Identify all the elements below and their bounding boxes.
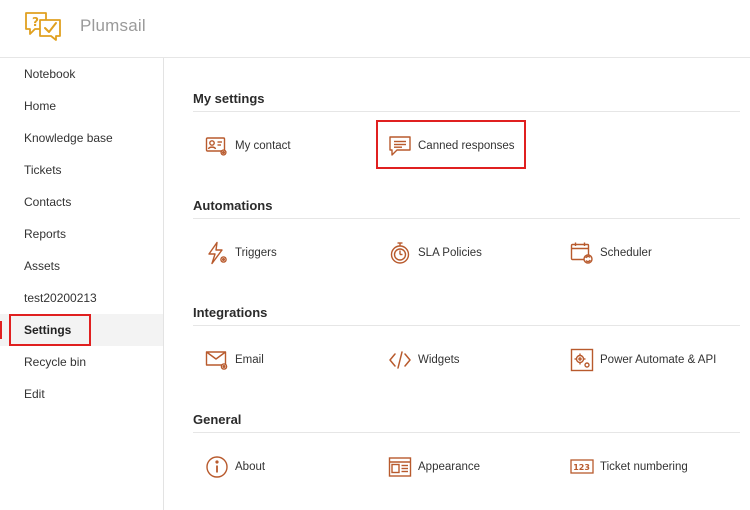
section-title-general: General bbox=[193, 412, 242, 427]
app-header: ? Plumsail bbox=[0, 0, 750, 58]
my-contact-label: My contact bbox=[235, 140, 291, 152]
about-tile[interactable]: About bbox=[205, 449, 265, 485]
sidebar-item-tickets[interactable]: Tickets bbox=[0, 154, 163, 186]
widgets-tile[interactable]: Widgets bbox=[388, 342, 460, 378]
settings-content: My settings My contact Canned responses … bbox=[164, 58, 750, 510]
calendar-refresh-icon bbox=[570, 242, 593, 264]
email-label: Email bbox=[235, 354, 264, 366]
appearance-tile[interactable]: Appearance bbox=[388, 449, 480, 485]
sidebar-item-contacts[interactable]: Contacts bbox=[0, 186, 163, 218]
sidebar-item-notebook[interactable]: Notebook bbox=[0, 58, 163, 90]
triggers-label: Triggers bbox=[235, 247, 277, 259]
chat-bubble-lines-icon bbox=[389, 136, 411, 156]
plumsail-logo-icon: ? bbox=[25, 12, 61, 41]
sla-policies-label: SLA Policies bbox=[418, 247, 482, 259]
info-circle-icon bbox=[206, 456, 228, 478]
scheduler-label: Scheduler bbox=[600, 247, 652, 259]
sidebar-item-test20200213[interactable]: test20200213 bbox=[0, 282, 163, 314]
section-divider bbox=[193, 218, 740, 219]
gear-box-icon bbox=[570, 348, 594, 372]
power-automate-api-label: Power Automate & API bbox=[600, 354, 717, 366]
widgets-label: Widgets bbox=[418, 354, 460, 366]
sidebar-nav: Notebook Home Knowledge base Tickets Con… bbox=[0, 58, 164, 510]
sidebar-item-settings[interactable]: Settings bbox=[0, 314, 163, 346]
section-title-my-settings: My settings bbox=[193, 91, 265, 106]
number-123-icon: 123 bbox=[570, 459, 594, 474]
section-divider bbox=[193, 111, 740, 112]
layout-window-icon bbox=[388, 457, 412, 477]
settings-highlight-box bbox=[9, 314, 91, 346]
canned-responses-label: Canned responses bbox=[418, 140, 515, 152]
ticket-numbering-tile[interactable]: 123 Ticket numbering bbox=[570, 449, 688, 485]
contact-card-gear-icon bbox=[205, 137, 227, 156]
svg-text:123: 123 bbox=[573, 463, 590, 472]
ticket-numbering-label: Ticket numbering bbox=[600, 461, 688, 473]
sidebar-item-assets[interactable]: Assets bbox=[0, 250, 163, 282]
sla-policies-tile[interactable]: SLA Policies bbox=[388, 235, 482, 271]
svg-text:?: ? bbox=[32, 15, 39, 29]
power-automate-api-tile[interactable]: Power Automate & API bbox=[570, 342, 716, 378]
appearance-label: Appearance bbox=[418, 461, 481, 473]
active-item-marker bbox=[0, 321, 2, 339]
stopwatch-icon bbox=[390, 242, 410, 264]
section-title-automations: Automations bbox=[193, 198, 273, 213]
triggers-tile[interactable]: Triggers bbox=[205, 235, 277, 271]
sidebar-item-recycle-bin[interactable]: Recycle bin bbox=[0, 346, 163, 378]
section-title-integrations: Integrations bbox=[193, 305, 268, 320]
code-brackets-icon bbox=[389, 351, 411, 369]
my-contact-tile[interactable]: My contact bbox=[205, 128, 291, 164]
scheduler-tile[interactable]: Scheduler bbox=[570, 235, 652, 271]
sidebar-item-reports[interactable]: Reports bbox=[0, 218, 163, 250]
envelope-gear-icon bbox=[205, 351, 228, 370]
sidebar-item-knowledge-base[interactable]: Knowledge base bbox=[0, 122, 163, 154]
lightning-gear-icon bbox=[208, 241, 227, 265]
canned-responses-tile[interactable]: Canned responses bbox=[388, 128, 515, 164]
about-label: About bbox=[235, 461, 266, 473]
sidebar-item-edit[interactable]: Edit bbox=[0, 378, 163, 410]
sidebar-item-home[interactable]: Home bbox=[0, 90, 163, 122]
email-tile[interactable]: Email bbox=[205, 342, 264, 378]
section-divider bbox=[193, 325, 740, 326]
section-divider bbox=[193, 432, 740, 433]
app-name: Plumsail bbox=[80, 16, 146, 35]
